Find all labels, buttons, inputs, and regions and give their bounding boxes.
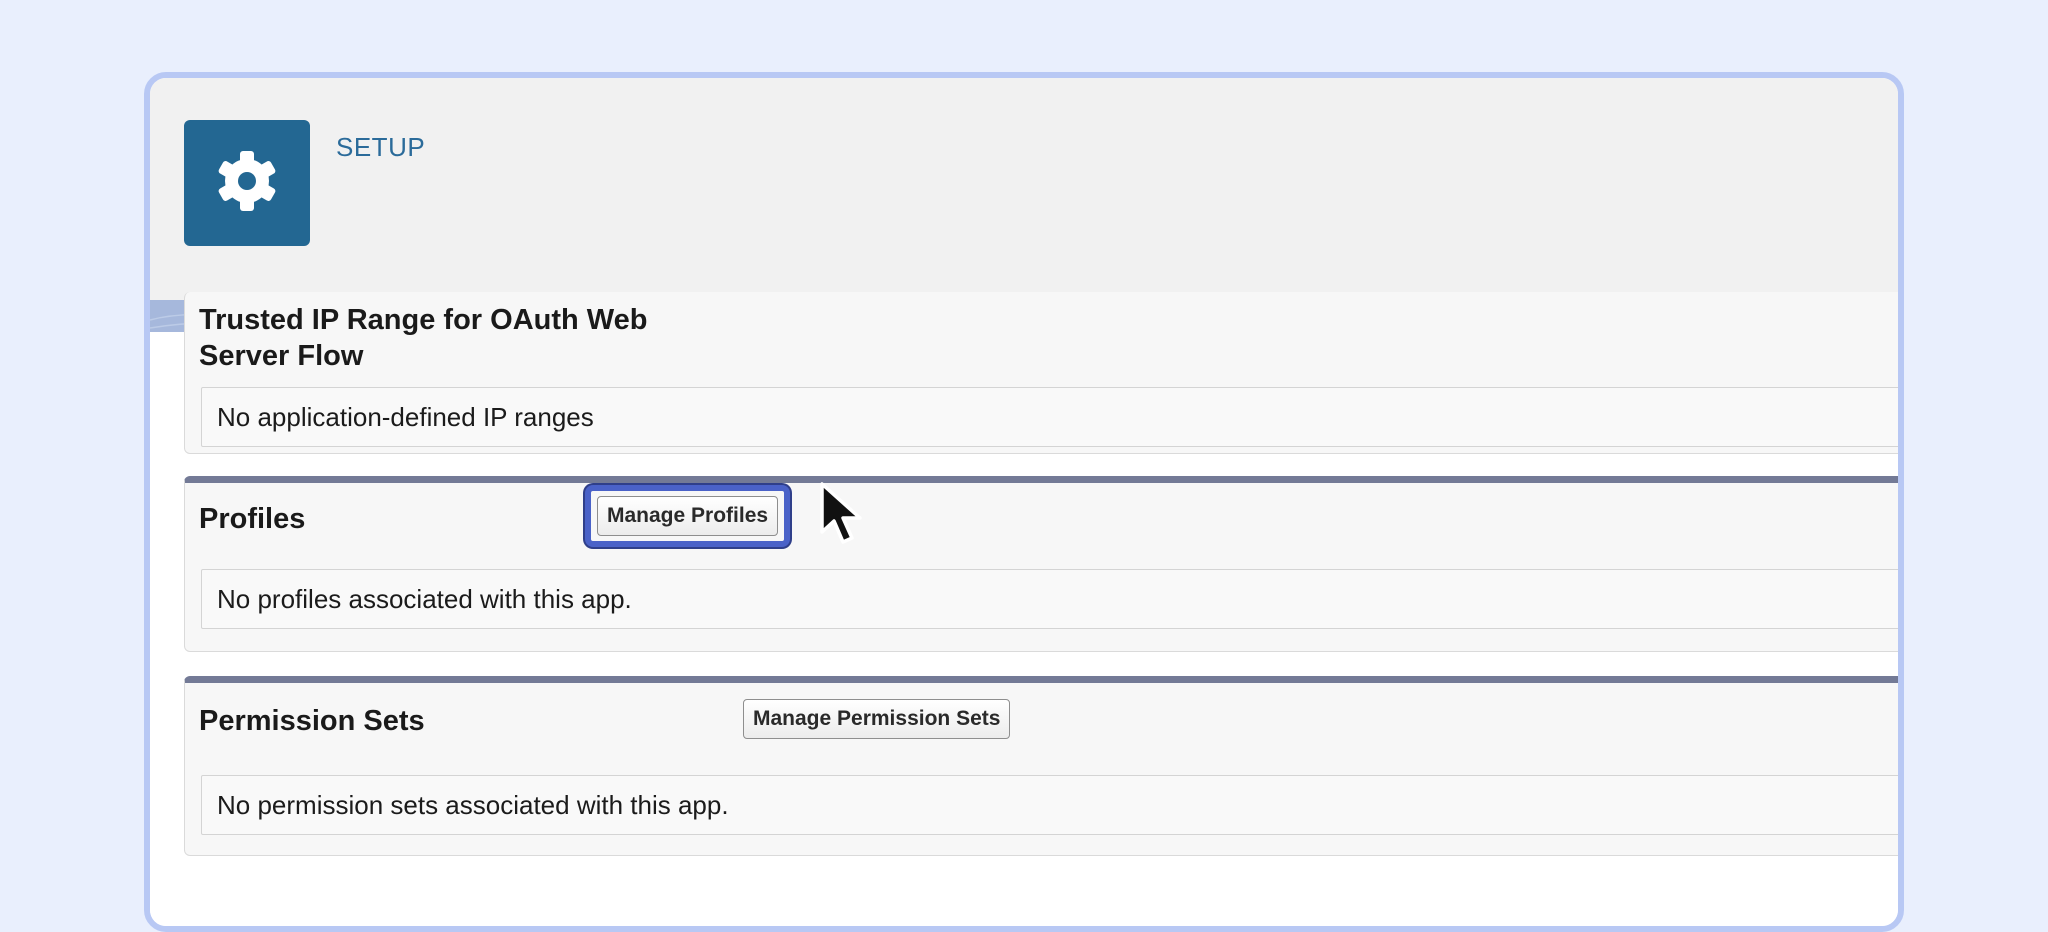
- profiles-section: Profiles Manage Profiles No profiles ass…: [184, 476, 1898, 652]
- app-title: SETUP: [336, 132, 426, 162]
- oauth-ip-range-message: No application-defined IP ranges: [201, 387, 1898, 447]
- manage-profiles-highlight: Manage Profiles: [585, 485, 791, 547]
- setup-app-tile[interactable]: [184, 120, 310, 246]
- main-content: Trusted IP Range for OAuth Web Server Fl…: [150, 292, 1898, 926]
- profiles-message: No profiles associated with this app.: [201, 569, 1898, 629]
- profiles-title: Profiles: [199, 503, 306, 535]
- section-title-text: Trusted IP Range for OAuth Web Server Fl…: [199, 304, 648, 372]
- oauth-ip-range-section: Trusted IP Range for OAuth Web Server Fl…: [184, 292, 1898, 454]
- permission-sets-section: Permission Sets Manage Permission Sets N…: [184, 676, 1898, 856]
- permission-sets-title: Permission Sets: [199, 705, 425, 737]
- manage-permission-sets-button[interactable]: Manage Permission Sets: [743, 699, 1011, 739]
- permission-sets-message: No permission sets associated with this …: [201, 775, 1898, 835]
- mouse-pointer-icon: [816, 480, 876, 550]
- manage-profiles-button[interactable]: Manage Profiles: [597, 496, 779, 536]
- gear-icon: [211, 145, 283, 222]
- app-window: SETUP Trusted IP Range for OAuth Web Ser…: [144, 72, 1904, 932]
- section-title: Trusted IP Range for OAuth Web Server Fl…: [199, 302, 659, 374]
- page-header: SETUP: [150, 78, 1898, 301]
